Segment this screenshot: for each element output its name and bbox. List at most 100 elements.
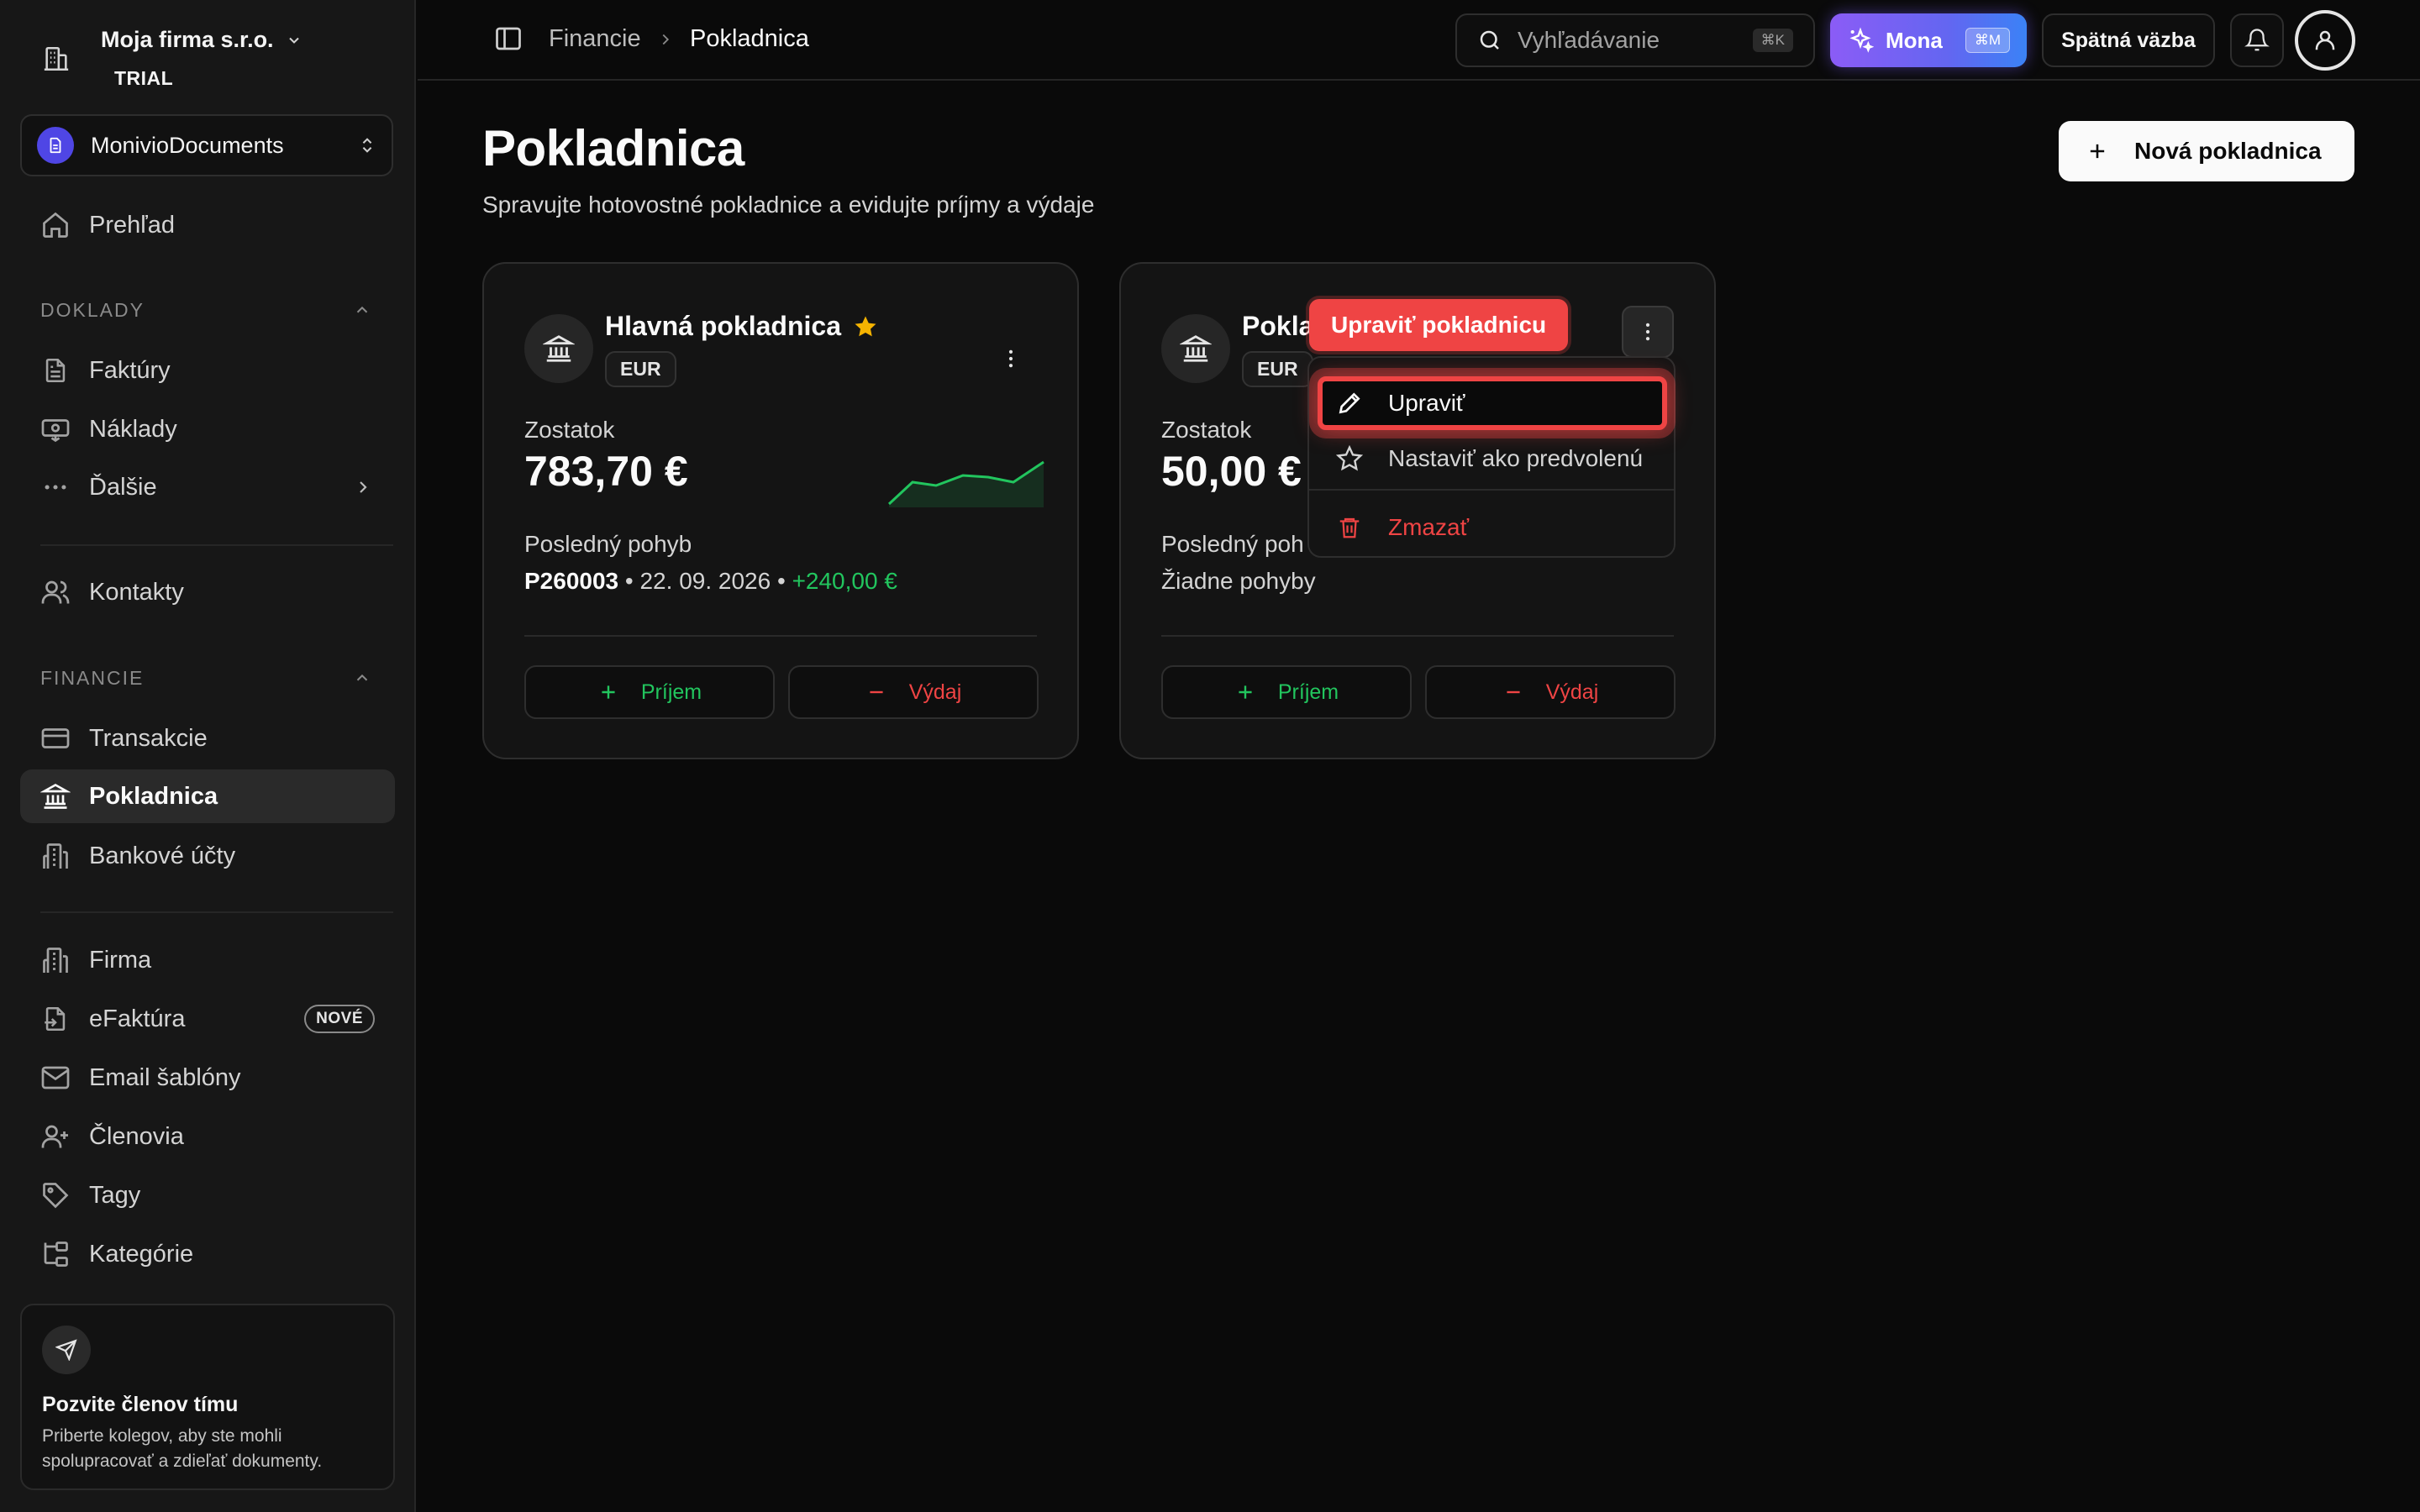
chevron-up-icon[interactable] xyxy=(353,669,371,687)
mona-ai-button[interactable]: Mona ⌘M xyxy=(1830,13,2027,67)
cashbox-name: Hlavná pokladnica xyxy=(605,311,841,341)
building-icon xyxy=(39,943,72,977)
invite-title: Pozvite členov tímu xyxy=(42,1393,239,1416)
feedback-button[interactable]: Spätná väzba xyxy=(2042,13,2215,67)
currency-badge: EUR xyxy=(1242,351,1313,387)
topbar: Financie Pokladnica Vyhľadávanie ⌘K Mona… xyxy=(418,0,2420,81)
folder-tree-icon xyxy=(39,1237,72,1271)
search-shortcut: ⌘K xyxy=(1752,29,1793,52)
menu-item-edit[interactable]: Upraviť xyxy=(1318,376,1667,430)
invite-card[interactable]: Pozvite členov tímu Priberte kolegov, ab… xyxy=(20,1304,395,1490)
income-button[interactable]: Príjem xyxy=(1161,665,1412,719)
more-button[interactable] xyxy=(985,333,1037,385)
expense-button[interactable]: Výdaj xyxy=(1425,665,1676,719)
menu-item-set-default[interactable]: Nastaviť ako predvolenú xyxy=(1318,432,1667,486)
divider xyxy=(1161,635,1674,637)
search-input[interactable]: Vyhľadávanie ⌘K xyxy=(1455,13,1815,67)
landmark-icon xyxy=(1161,314,1230,383)
chevron-right-icon xyxy=(656,30,675,49)
more-button[interactable] xyxy=(1622,306,1674,358)
section-documents: DOKLADY xyxy=(40,299,145,321)
mona-label: Mona xyxy=(1886,27,1943,53)
section-finance: FINANCIE xyxy=(40,667,145,689)
expense-label: Výdaj xyxy=(908,680,962,704)
plus-icon xyxy=(1234,681,1256,703)
users-icon xyxy=(39,575,72,609)
sidebar-item-cashbox[interactable]: Pokladnica xyxy=(20,769,395,823)
balance-sparkline xyxy=(887,460,1044,507)
home-icon xyxy=(39,208,72,242)
last-move-label: Posledný poh xyxy=(1161,531,1304,557)
sidebar-item-label: Firma xyxy=(89,946,152,974)
file-export-icon xyxy=(39,1002,72,1036)
divider xyxy=(524,635,1037,637)
sidebar-item-members[interactable]: Členovia xyxy=(20,1110,395,1163)
new-cashbox-label: Nová pokladnica xyxy=(2134,138,2322,164)
sidebar-item-label: Faktúry xyxy=(89,356,171,384)
sidebar-toggle-icon[interactable] xyxy=(493,24,523,54)
sidebar-item-label: Email šablóny xyxy=(89,1063,241,1091)
chevron-up-icon[interactable] xyxy=(353,301,371,319)
mail-icon xyxy=(39,1061,72,1095)
breadcrumb-current: Pokladnica xyxy=(690,25,809,52)
income-label: Príjem xyxy=(640,680,702,704)
sidebar-item-overview[interactable]: Prehľad xyxy=(20,198,395,252)
edit-tooltip: Upraviť pokladnicu xyxy=(1309,299,1569,351)
sidebar-item-expenses[interactable]: Náklady xyxy=(20,402,395,456)
cashbox-card: Hlavná pokladnica EUR Zostatok 783,70 € … xyxy=(482,262,1079,759)
sidebar-item-label: Pokladnica xyxy=(89,782,218,810)
new-cashbox-button[interactable]: Nová pokladnica xyxy=(2059,121,2354,181)
sidebar: Moja firma s.r.o. TRIAL MonivioDocuments… xyxy=(0,0,416,1512)
expense-label: Výdaj xyxy=(1545,680,1599,704)
expense-button[interactable]: Výdaj xyxy=(788,665,1039,719)
balance-value: 783,70 € xyxy=(524,448,688,495)
sidebar-item-company[interactable]: Firma xyxy=(20,933,395,987)
sidebar-item-label: Prehľad xyxy=(89,211,175,239)
sidebar-item-label: Kontakty xyxy=(89,578,184,606)
credit-card-icon xyxy=(39,722,72,755)
last-move: P260003 • 22. 09. 2026 • +240,00 € xyxy=(524,568,897,594)
divider xyxy=(40,544,393,546)
document-icon xyxy=(37,127,74,164)
avatar[interactable] xyxy=(2295,10,2355,71)
more-vertical-icon xyxy=(999,347,1023,370)
sidebar-item-label: eFaktúra xyxy=(89,1005,186,1032)
user-icon xyxy=(2312,28,2338,53)
send-icon xyxy=(42,1326,91,1374)
last-move-label: Posledný pohyb xyxy=(524,531,692,557)
sidebar-item-einvoice[interactable]: eFaktúra NOVÉ xyxy=(20,992,395,1046)
sidebar-item-more[interactable]: Ďalšie xyxy=(20,460,395,514)
menu-item-label: Upraviť xyxy=(1388,390,1465,416)
sidebar-item-tags[interactable]: Tagy xyxy=(20,1168,395,1222)
sidebar-item-label: Členovia xyxy=(89,1122,184,1150)
chevrons-up-down-icon xyxy=(358,134,376,156)
menu-item-label: Zmazať xyxy=(1388,514,1470,540)
page-title: Pokladnica xyxy=(482,120,744,176)
breadcrumb-parent[interactable]: Financie xyxy=(549,25,641,53)
user-plus-icon xyxy=(39,1120,72,1153)
search-icon xyxy=(1477,28,1502,53)
org-plan: TRIAL xyxy=(114,67,174,89)
sidebar-item-transactions[interactable]: Transakcie xyxy=(20,711,395,765)
sidebar-item-email-templates[interactable]: Email šablóny xyxy=(20,1051,395,1105)
last-move-doc: P260003 xyxy=(524,568,619,594)
pencil-icon xyxy=(1333,390,1366,417)
menu-item-label: Nastaviť ako predvolenú xyxy=(1388,445,1644,471)
notifications-button[interactable] xyxy=(2230,13,2284,67)
cashbox-actions-menu: Upraviť Nastaviť ako predvolenú Zmazať xyxy=(1307,356,1676,558)
workspace-label: MonivioDocuments xyxy=(91,132,284,158)
org-switcher[interactable]: Moja firma s.r.o. TRIAL xyxy=(20,20,390,97)
income-button[interactable]: Príjem xyxy=(524,665,775,719)
workspace-switcher[interactable]: MonivioDocuments xyxy=(20,114,393,176)
sidebar-item-invoices[interactable]: Faktúry xyxy=(20,344,395,397)
sparkles-icon xyxy=(1847,27,1874,54)
page-subtitle: Spravujte hotovostné pokladnice a eviduj… xyxy=(482,192,1095,218)
search-placeholder: Vyhľadávanie xyxy=(1518,27,1660,53)
sidebar-item-contacts[interactable]: Kontakty xyxy=(20,565,395,619)
sidebar-item-bank-accounts[interactable]: Bankové účty xyxy=(20,829,395,883)
invite-text: Priberte kolegov, aby ste mohli spolupra… xyxy=(42,1426,323,1471)
sidebar-item-categories[interactable]: Kategórie xyxy=(20,1227,395,1281)
mona-shortcut: ⌘M xyxy=(1965,28,2010,53)
star-outline-icon xyxy=(1333,445,1366,472)
menu-item-delete[interactable]: Zmazať xyxy=(1318,501,1667,554)
